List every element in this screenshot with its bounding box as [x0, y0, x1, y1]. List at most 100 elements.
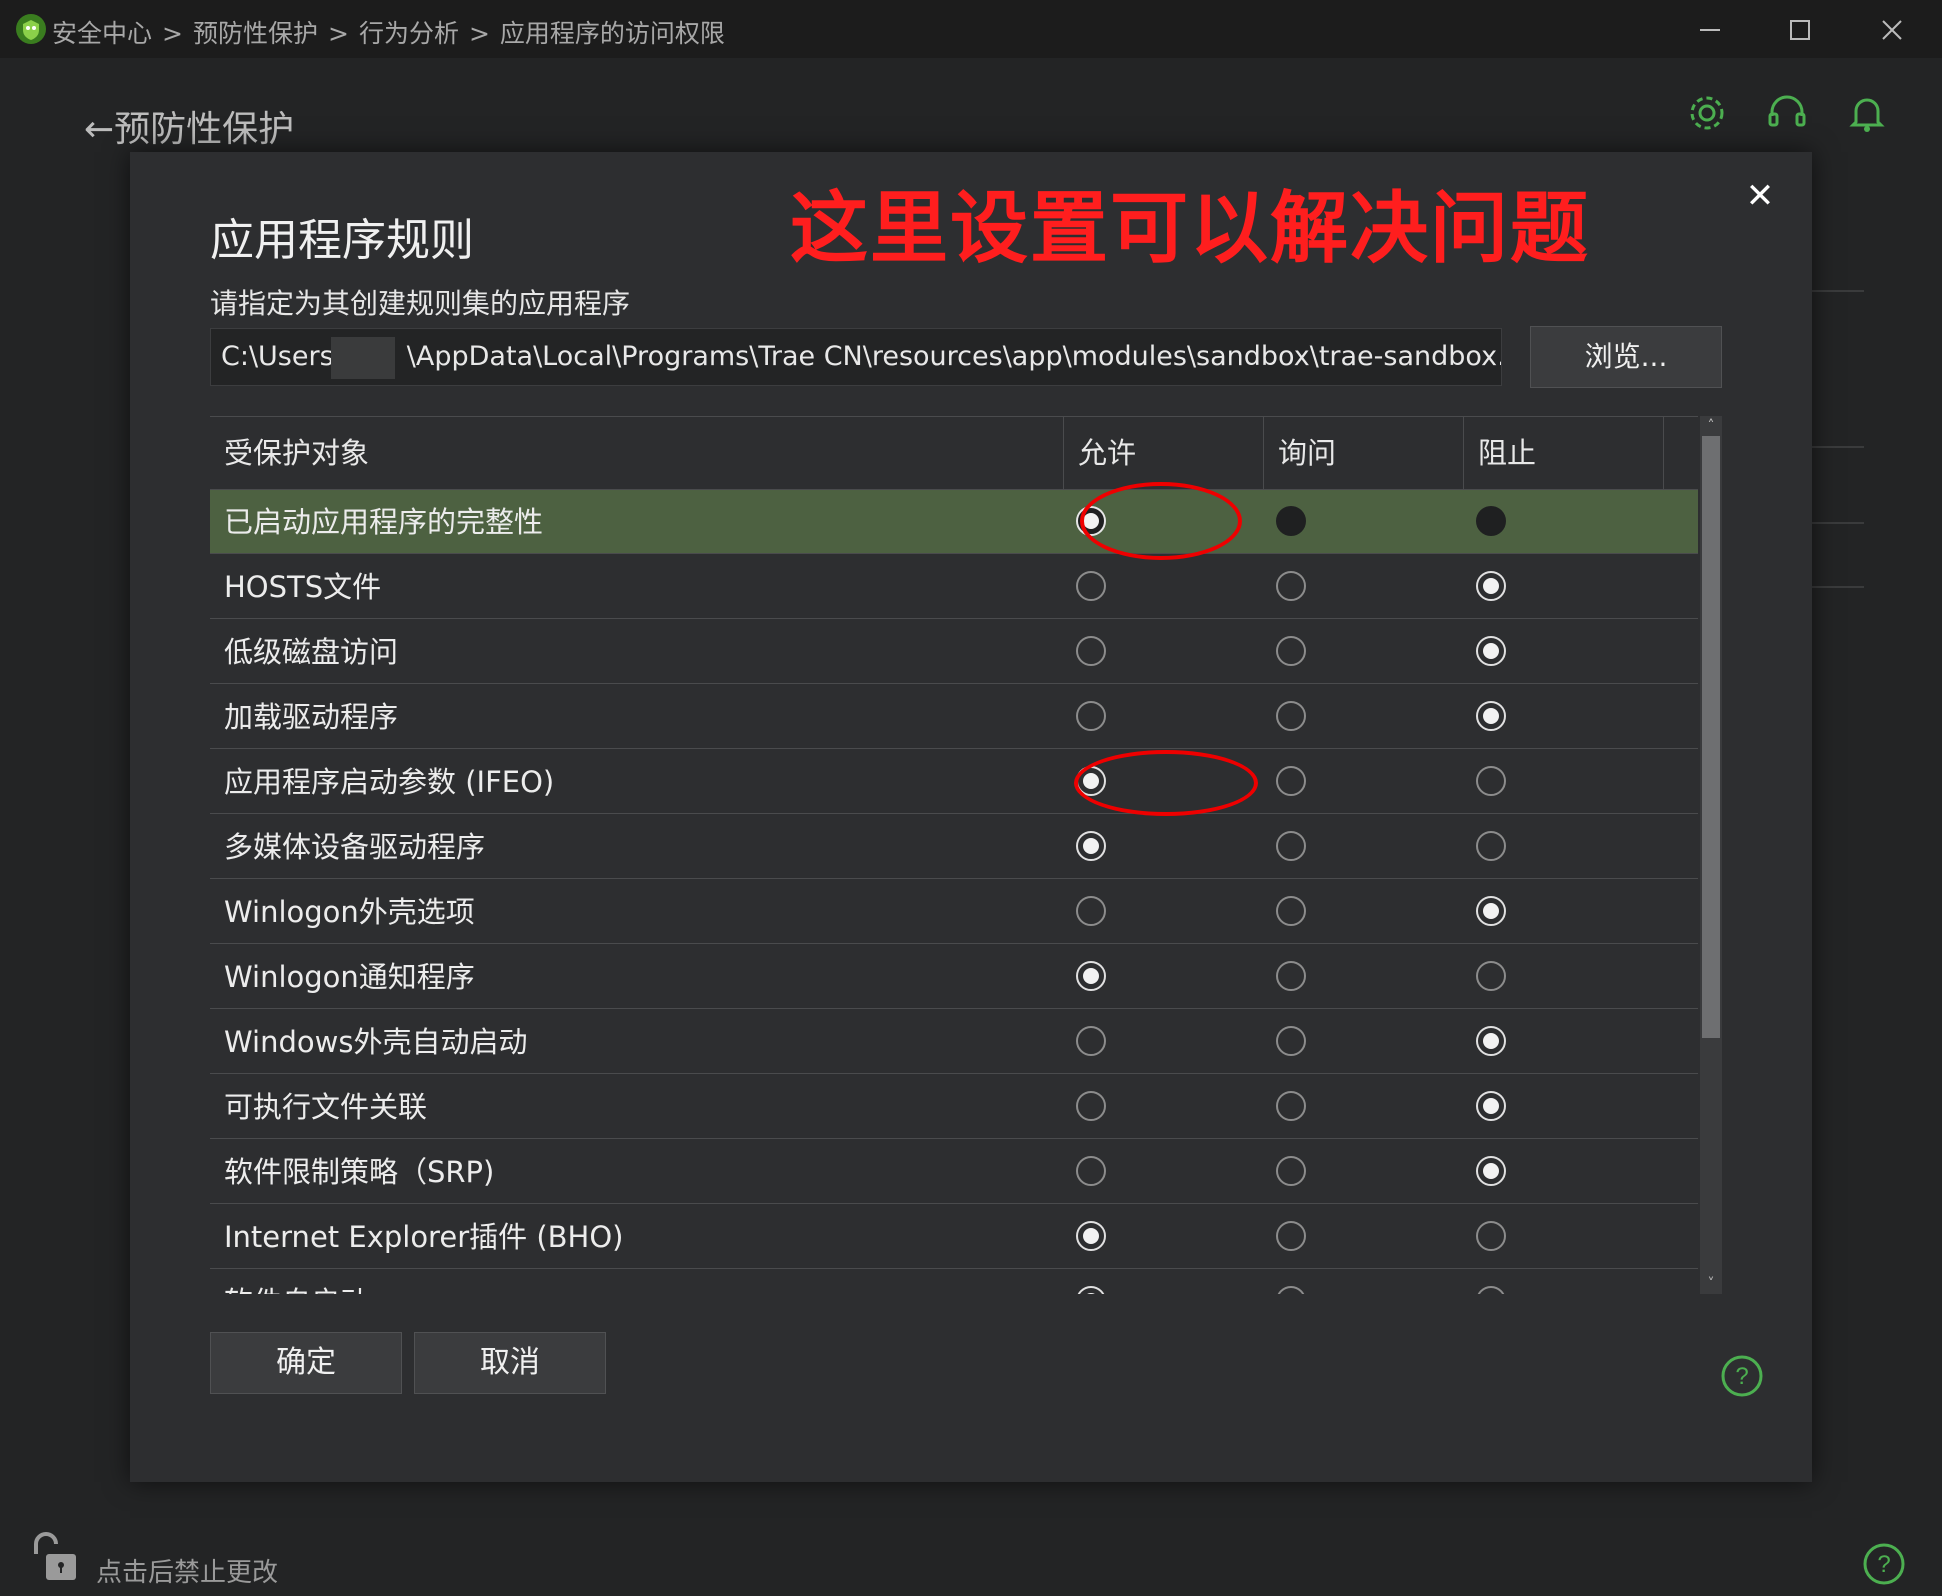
radio-block[interactable] — [1476, 1286, 1506, 1294]
radio-ask[interactable] — [1276, 571, 1306, 601]
table-row[interactable]: 低级磁盘访问 — [210, 620, 1698, 684]
column-header-block[interactable]: 阻止 — [1464, 417, 1664, 489]
table-row[interactable]: 多媒体设备驱动程序 — [210, 815, 1698, 879]
radio-allow[interactable] — [1076, 1156, 1106, 1186]
red-annotation-text: 这里设置可以解决问题 — [790, 184, 1591, 274]
table-row[interactable]: 可执行文件关联 — [210, 1075, 1698, 1139]
table-scrollbar[interactable]: ˄ ˅ — [1700, 416, 1722, 1294]
divider — [1812, 522, 1864, 524]
radio-allow[interactable] — [1076, 1286, 1106, 1294]
radio-block[interactable] — [1476, 831, 1506, 861]
column-header-ask[interactable]: 询问 — [1264, 417, 1464, 489]
radio-ask[interactable] — [1276, 1026, 1306, 1056]
unlock-icon[interactable] — [26, 1530, 82, 1586]
table-row[interactable]: Internet Explorer插件 (BHO) — [210, 1205, 1698, 1269]
protected-object-label: 多媒体设备驱动程序 — [224, 830, 486, 864]
divider — [1812, 586, 1864, 588]
breadcrumb-item[interactable]: 行为分析 — [359, 19, 459, 48]
table-row[interactable]: 软件自启动 — [210, 1270, 1698, 1294]
radio-ask[interactable] — [1276, 1156, 1306, 1186]
table-row[interactable]: Winlogon外壳选项 — [210, 880, 1698, 944]
column-header-object: 受保护对象 — [210, 417, 1064, 489]
radio-block[interactable] — [1476, 1221, 1506, 1251]
radio-block[interactable] — [1476, 1091, 1506, 1121]
radio-ask[interactable] — [1276, 1286, 1306, 1294]
shield-logo-icon — [16, 14, 46, 44]
protected-object-label: 低级磁盘访问 — [224, 635, 399, 669]
table-row[interactable]: Winlogon通知程序 — [210, 945, 1698, 1009]
radio-ask[interactable] — [1276, 1221, 1306, 1251]
breadcrumb-item[interactable]: 安全中心 — [52, 19, 152, 48]
protected-object-label: Internet Explorer插件 (BHO) — [224, 1220, 624, 1254]
protected-object-label: HOSTS文件 — [224, 570, 382, 604]
scroll-down-icon[interactable]: ˅ — [1700, 1274, 1722, 1294]
radio-block[interactable] — [1476, 636, 1506, 666]
radio-block[interactable] — [1476, 1026, 1506, 1056]
breadcrumb-separator: > — [162, 19, 183, 48]
radio-block[interactable] — [1476, 506, 1506, 536]
radio-allow[interactable] — [1076, 636, 1106, 666]
dialog-title: 应用程序规则 — [210, 215, 474, 266]
help-icon[interactable]: ? — [1862, 1542, 1906, 1586]
gear-icon[interactable] — [1684, 90, 1730, 136]
radio-block[interactable] — [1476, 766, 1506, 796]
redaction-box — [331, 337, 395, 379]
radio-ask[interactable] — [1276, 1091, 1306, 1121]
protected-object-label: 软件自启动 — [224, 1270, 369, 1294]
radio-block[interactable] — [1476, 961, 1506, 991]
radio-allow[interactable] — [1076, 1221, 1106, 1251]
application-path-input[interactable]: C:\Users\ \AppData\Local\Programs\Trae CN… — [210, 328, 1502, 386]
protected-object-label: 软件限制策略（SRP) — [224, 1155, 495, 1189]
radio-allow[interactable] — [1076, 896, 1106, 926]
radio-allow[interactable] — [1076, 701, 1106, 731]
bell-icon[interactable] — [1844, 90, 1890, 136]
table-row[interactable]: Windows外壳自动启动 — [210, 1010, 1698, 1074]
radio-block[interactable] — [1476, 701, 1506, 731]
red-highlight-circle — [1080, 482, 1242, 560]
application-rules-dialog: 应用程序规则 这里设置可以解决问题 ✕ 请指定为其创建规则集的应用程序 C:\U… — [130, 152, 1812, 1482]
back-arrow-icon: ← — [84, 109, 115, 150]
table-row[interactable]: HOSTS文件 — [210, 555, 1698, 619]
cancel-button[interactable]: 取消 — [414, 1332, 606, 1394]
radio-allow[interactable] — [1076, 571, 1106, 601]
protected-object-label: Winlogon外壳选项 — [224, 895, 475, 929]
red-highlight-circle — [1074, 750, 1258, 816]
radio-allow[interactable] — [1076, 1091, 1106, 1121]
minimize-icon[interactable] — [1690, 10, 1730, 50]
radio-ask[interactable] — [1276, 766, 1306, 796]
radio-block[interactable] — [1476, 571, 1506, 601]
radio-ask[interactable] — [1276, 701, 1306, 731]
lock-hint[interactable]: 点击后禁止更改 — [96, 1552, 278, 1589]
radio-ask[interactable] — [1276, 636, 1306, 666]
radio-ask[interactable] — [1276, 831, 1306, 861]
breadcrumb-separator: > — [327, 19, 349, 48]
table-row[interactable]: 应用程序启动参数 (IFEO) — [210, 750, 1698, 814]
table-row[interactable]: 软件限制策略（SRP) — [210, 1140, 1698, 1204]
table-row[interactable]: 加载驱动程序 — [210, 685, 1698, 749]
radio-ask[interactable] — [1276, 896, 1306, 926]
scroll-up-icon[interactable]: ˄ — [1700, 416, 1722, 436]
title-bar: 安全中心 > 预防性保护 > 行为分析 > 应用程序的访问权限 — [0, 0, 1942, 58]
radio-allow[interactable] — [1076, 831, 1106, 861]
headset-icon[interactable] — [1764, 90, 1810, 136]
back-link[interactable]: ←预防性保护 — [84, 100, 294, 152]
ok-button[interactable]: 确定 — [210, 1332, 402, 1394]
close-dialog-icon[interactable]: ✕ — [1740, 176, 1780, 216]
divider — [1812, 290, 1864, 292]
radio-block[interactable] — [1476, 896, 1506, 926]
browse-button[interactable]: 浏览... — [1530, 326, 1722, 388]
radio-allow[interactable] — [1076, 1026, 1106, 1056]
table-row[interactable]: 已启动应用程序的完整性 — [210, 490, 1698, 554]
close-window-icon[interactable] — [1872, 10, 1912, 50]
maximize-icon[interactable] — [1780, 10, 1820, 50]
radio-ask[interactable] — [1276, 961, 1306, 991]
help-icon[interactable]: ? — [1720, 1354, 1764, 1398]
scrollbar-thumb[interactable] — [1702, 436, 1720, 1038]
breadcrumb-item[interactable]: 预防性保护 — [193, 19, 318, 48]
radio-ask[interactable] — [1276, 506, 1306, 536]
radio-allow[interactable] — [1076, 961, 1106, 991]
radio-block[interactable] — [1476, 1156, 1506, 1186]
divider — [1812, 446, 1864, 448]
column-header-allow[interactable]: 允许 — [1064, 417, 1264, 489]
svg-text:?: ? — [1735, 1363, 1748, 1390]
